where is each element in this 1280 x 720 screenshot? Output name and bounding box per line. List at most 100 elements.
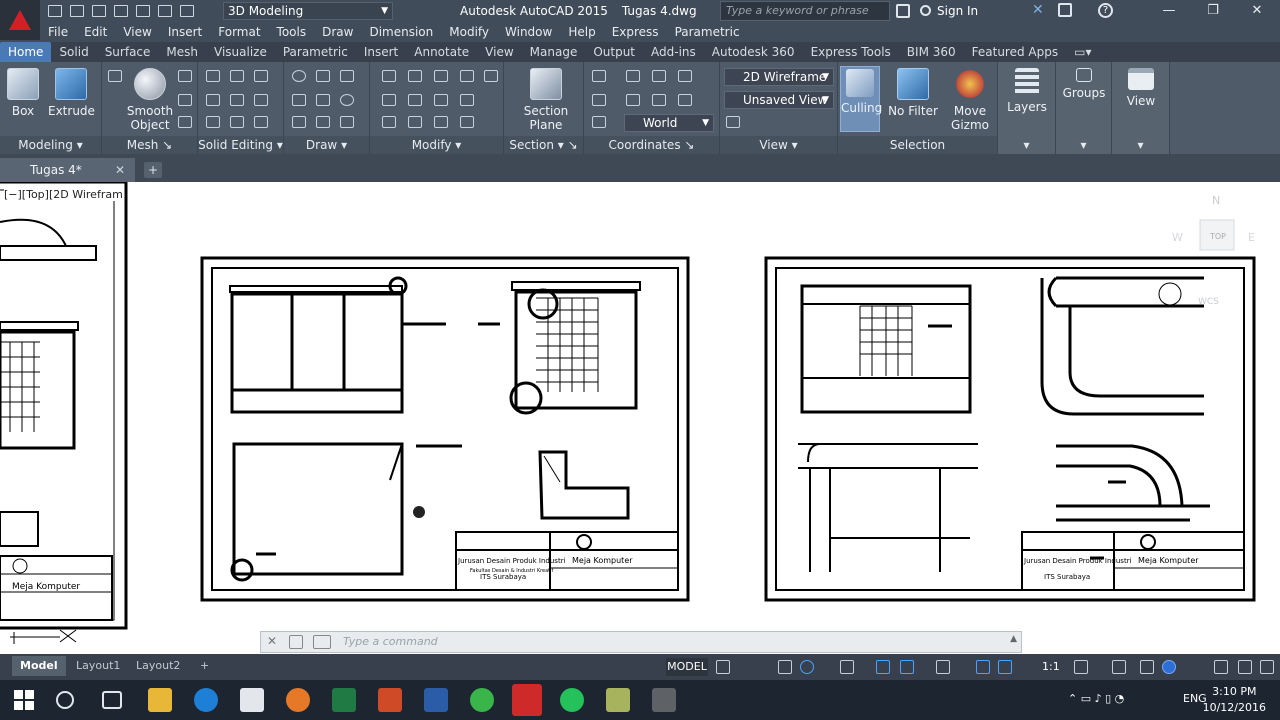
drawing-canvas[interactable]: Meja Komputer Jurusan Desain Produk Indu… — [0, 182, 1280, 654]
ucs-icon[interactable] — [592, 70, 606, 82]
ucs-y-icon[interactable] — [626, 94, 640, 106]
plot-icon[interactable] — [136, 5, 150, 17]
thicken-icon[interactable] — [230, 94, 244, 106]
exchange-icon[interactable]: ✕ — [1032, 3, 1046, 17]
tab-solid[interactable]: Solid — [51, 42, 96, 62]
word-icon[interactable] — [424, 688, 448, 712]
mesh-crease-icon[interactable] — [178, 94, 192, 106]
no-filter-button[interactable]: No Filter — [888, 68, 938, 118]
offset-icon[interactable] — [382, 94, 396, 106]
plus-icon[interactable] — [1112, 660, 1126, 674]
intersect-icon[interactable] — [206, 116, 220, 128]
viewcube-west-label[interactable]: W — [1172, 231, 1183, 244]
viewcube-top-label[interactable]: TOP — [1209, 232, 1226, 241]
ortho-icon[interactable] — [778, 660, 792, 674]
gear-icon[interactable] — [1074, 660, 1088, 674]
ellipse-icon[interactable] — [340, 116, 354, 128]
menu-draw[interactable]: Draw — [322, 25, 353, 39]
annotation-scale[interactable]: 1:1 — [1042, 660, 1060, 673]
polygon-icon[interactable] — [292, 116, 306, 128]
menu-help[interactable]: Help — [568, 25, 595, 39]
ucs-z-icon[interactable] — [652, 94, 666, 106]
isolate-icon[interactable] — [1140, 660, 1154, 674]
tab-output[interactable]: Output — [585, 42, 643, 62]
chamfer-icon[interactable] — [460, 94, 474, 106]
chevron-up-icon[interactable]: ▲ — [1010, 634, 1017, 644]
clean-screen-icon[interactable] — [1214, 660, 1228, 674]
viewport-config-icon[interactable] — [726, 116, 740, 128]
line-app-icon[interactable] — [470, 688, 494, 712]
panel-modify-title[interactable]: Modify ▾ — [370, 136, 503, 154]
helix-icon[interactable] — [316, 70, 330, 82]
system-clock[interactable]: 3:10 PM 10/12/2016 — [1203, 684, 1266, 716]
view-tools-button[interactable]: View — [1120, 68, 1162, 108]
layers-button[interactable]: Layers — [1006, 68, 1048, 114]
extrude-button[interactable]: Extrude — [48, 68, 95, 118]
command-input[interactable]: Type a command — [343, 632, 438, 652]
save-as-icon[interactable] — [114, 5, 128, 17]
model-space-button[interactable]: MODEL — [666, 658, 708, 676]
menu-parametric[interactable]: Parametric — [675, 25, 740, 39]
panel-layers-expand[interactable]: ▾ — [998, 136, 1055, 154]
wcs-label[interactable]: WCS — [1198, 297, 1219, 307]
save-icon[interactable] — [92, 5, 106, 17]
extract-edges-icon[interactable] — [254, 94, 268, 106]
panel-view-title[interactable]: View ▾ — [720, 136, 837, 154]
imprint-icon[interactable] — [230, 116, 244, 128]
ucs-origin-icon[interactable] — [626, 70, 640, 82]
menu-file[interactable]: File — [48, 25, 68, 39]
section-plane-button[interactable]: Section Plane — [522, 68, 570, 132]
binoculars-icon[interactable] — [896, 4, 910, 18]
mesh-convert-icon[interactable] — [178, 116, 192, 128]
mesh-tool-icon[interactable] — [108, 70, 122, 82]
panel-draw-title[interactable]: Draw ▾ — [284, 136, 369, 154]
tab-insert[interactable]: Insert — [356, 42, 406, 62]
copy-icon[interactable] — [434, 116, 448, 128]
new-tab-button[interactable]: + — [144, 162, 162, 178]
menu-edit[interactable]: Edit — [84, 25, 107, 39]
polyline-icon[interactable] — [292, 70, 306, 82]
subtract-icon[interactable] — [206, 94, 220, 106]
start-windows-icon[interactable] — [12, 688, 36, 712]
excel-icon[interactable] — [332, 688, 356, 712]
tab-home[interactable]: Home — [0, 42, 52, 62]
culling-button[interactable]: Culling — [840, 66, 882, 132]
fillet-icon[interactable] — [408, 70, 422, 82]
stay-connected-icon[interactable] — [1058, 3, 1072, 17]
tab-autodesk-360[interactable]: Autodesk 360 — [704, 42, 803, 62]
trim-icon[interactable] — [382, 70, 396, 82]
tab-featured-apps[interactable]: Featured Apps — [964, 42, 1066, 62]
align-icon[interactable] — [434, 94, 448, 106]
ribbon-minimize-icon[interactable]: ▭▾ — [1066, 42, 1099, 62]
store-icon[interactable] — [240, 688, 264, 712]
line-icon[interactable] — [316, 94, 330, 106]
interfere-icon[interactable] — [254, 70, 268, 82]
tab-visualize[interactable]: Visualize — [206, 42, 275, 62]
viewcube-north-label[interactable]: N — [1212, 194, 1220, 207]
wrench-icon[interactable] — [289, 635, 303, 649]
menu-format[interactable]: Format — [218, 25, 260, 39]
new-icon[interactable] — [48, 5, 62, 17]
menu-insert[interactable]: Insert — [168, 25, 202, 39]
menu-window[interactable]: Window — [505, 25, 552, 39]
menu-express[interactable]: Express — [612, 25, 659, 39]
visual-style-select[interactable]: 2D Wireframe ▼ — [724, 68, 834, 86]
grid-icon[interactable] — [716, 660, 730, 674]
close-icon[interactable]: ✕ — [115, 158, 125, 182]
autocad-logo-icon[interactable] — [0, 0, 40, 40]
ucs-view-icon[interactable] — [678, 94, 692, 106]
box-button[interactable]: Box — [6, 68, 40, 118]
auto-scale-icon[interactable] — [998, 660, 1012, 674]
separate-icon[interactable] — [254, 116, 268, 128]
circle-icon[interactable] — [340, 94, 354, 106]
open-icon[interactable] — [70, 5, 84, 17]
slice-icon[interactable] — [230, 70, 244, 82]
tab-surface[interactable]: Surface — [97, 42, 159, 62]
spline-icon[interactable] — [292, 94, 306, 106]
union-icon[interactable] — [206, 70, 220, 82]
move-gizmo-button[interactable]: Move Gizmo — [946, 68, 994, 132]
minimize-button[interactable]: — — [1146, 0, 1192, 22]
notes-app-icon[interactable] — [606, 688, 630, 712]
autocad-taskbar-icon[interactable] — [512, 684, 542, 716]
powerpoint-icon[interactable] — [378, 688, 402, 712]
